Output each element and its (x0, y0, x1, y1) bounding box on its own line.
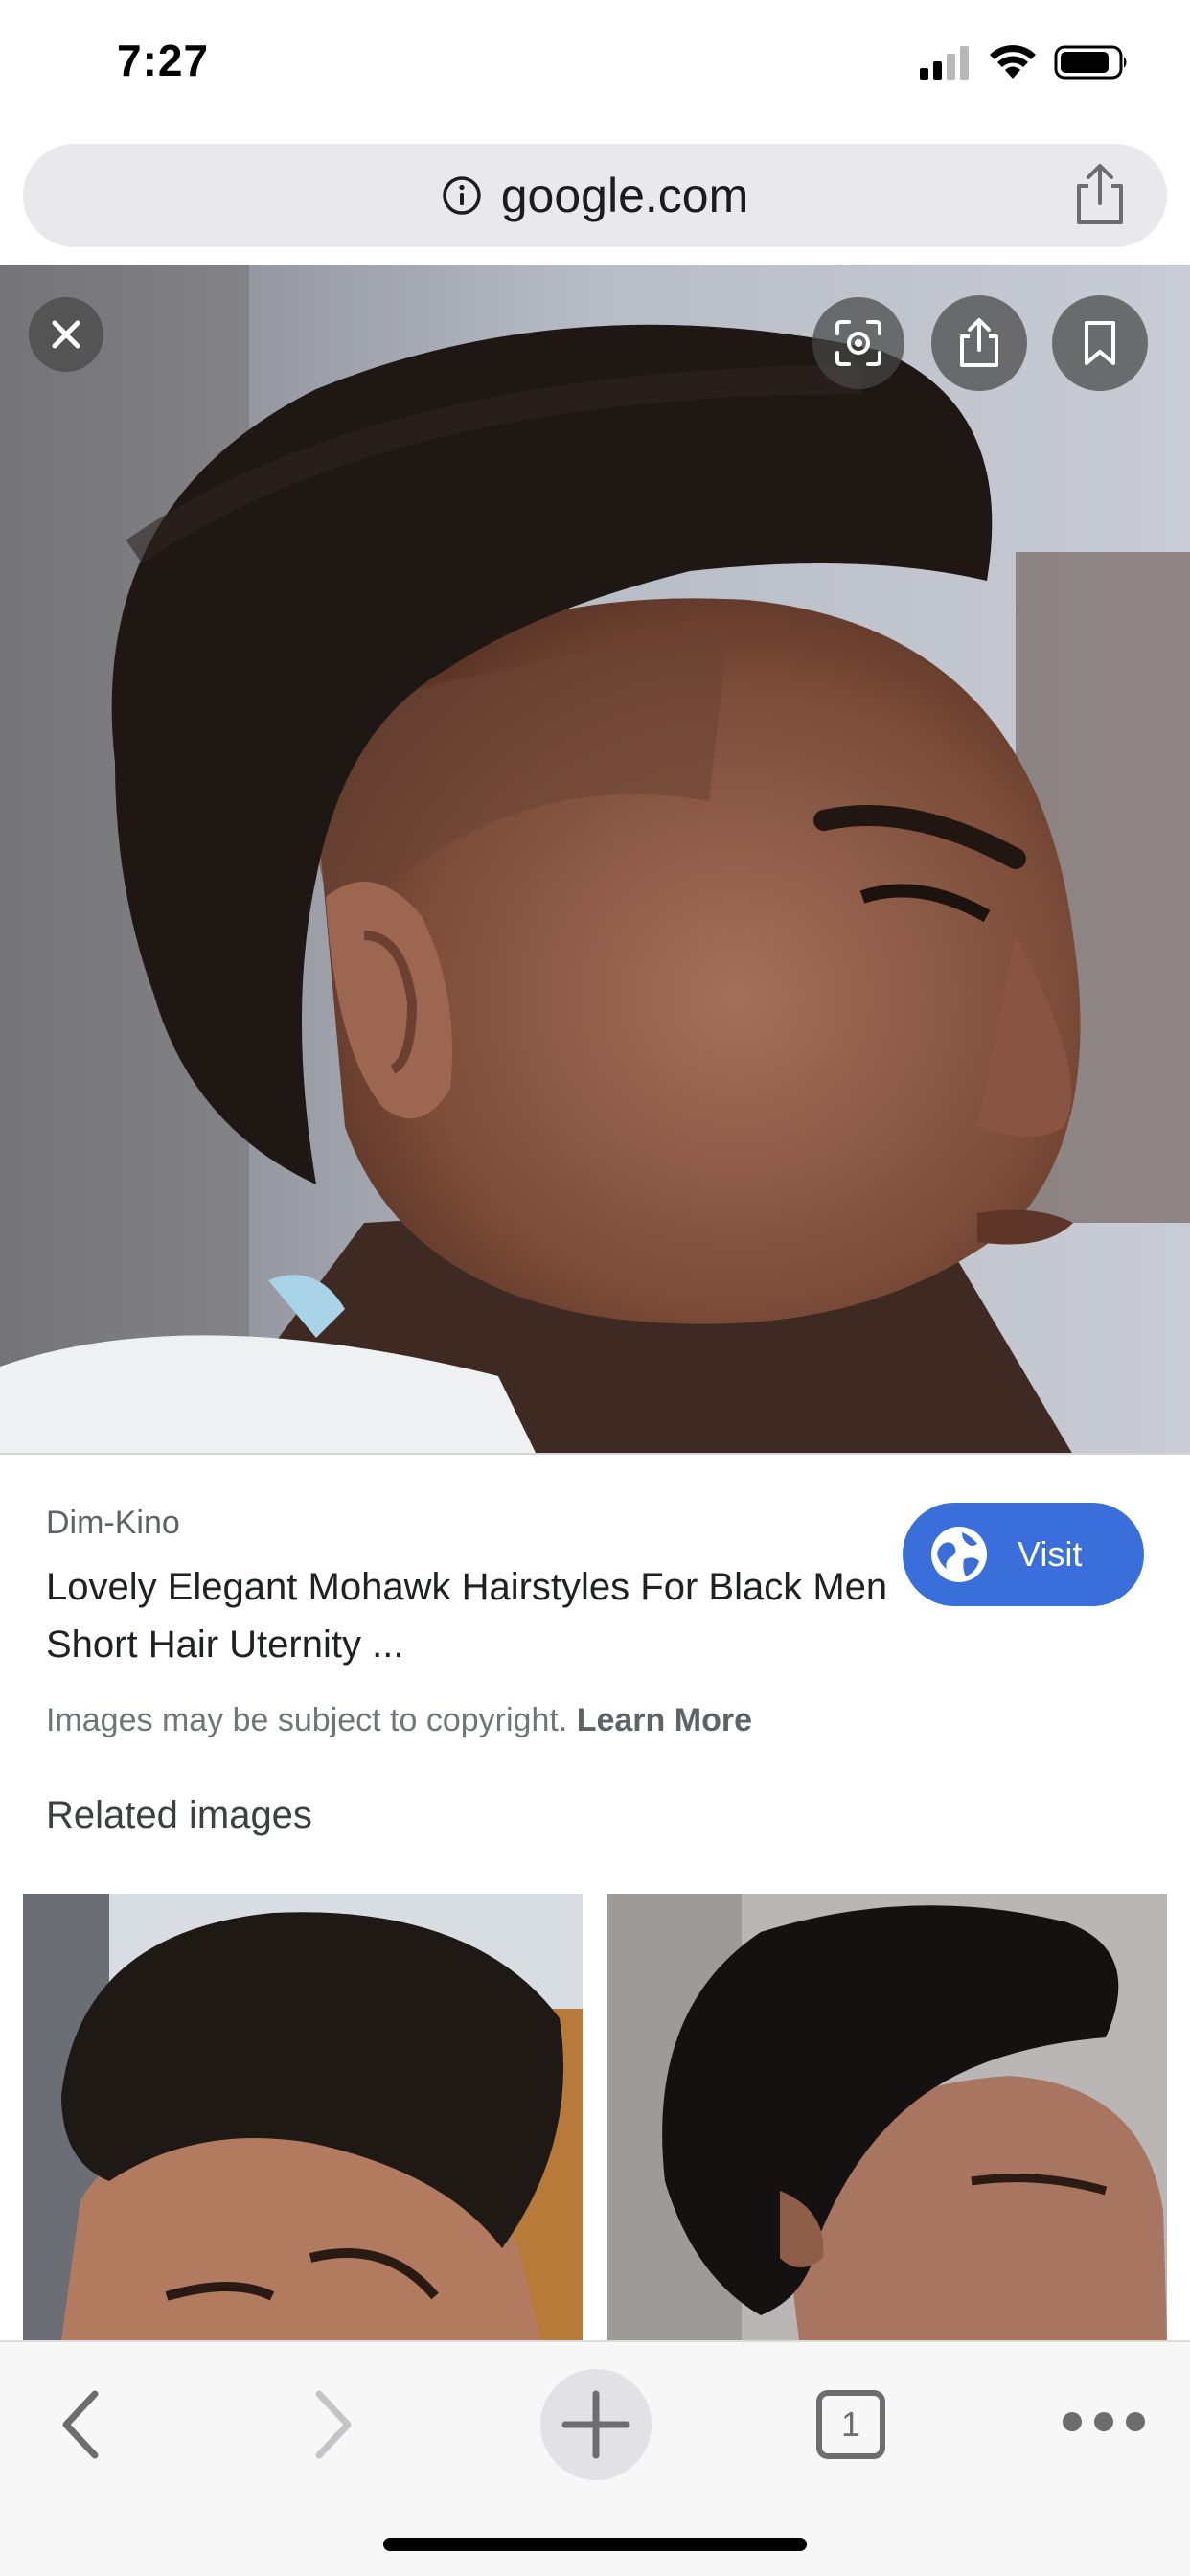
tab-count: 1 (816, 2390, 885, 2459)
cellular-signal-icon (920, 46, 969, 80)
related-image-2[interactable] (607, 1894, 1167, 2340)
more-menu-button[interactable] (1046, 2388, 1161, 2455)
share-button[interactable] (931, 295, 1027, 391)
visit-label: Visit (1018, 1534, 1083, 1574)
result-source[interactable]: Dim-Kino (46, 1505, 180, 1542)
related-photo-1 (23, 1894, 583, 2340)
close-button[interactable] (29, 297, 103, 372)
lens-icon (835, 320, 881, 366)
copyright-text: Images may be subject to copyright. (46, 1702, 568, 1738)
related-photo-2 (607, 1894, 1167, 2340)
share-icon[interactable] (1071, 163, 1129, 226)
tab-switcher-button[interactable]: 1 (816, 2377, 893, 2472)
lens-button[interactable] (812, 297, 904, 389)
save-button[interactable] (1052, 295, 1148, 391)
forward-button[interactable] (295, 2379, 372, 2471)
wifi-icon (990, 45, 1036, 79)
status-bar: 7:27 (0, 0, 1190, 134)
related-images-heading: Related images (46, 1794, 312, 1836)
bookmark-icon (1085, 321, 1115, 365)
battery-icon (1054, 45, 1127, 80)
related-image-1[interactable] (23, 1894, 583, 2340)
share-icon (960, 318, 998, 367)
globe-icon (931, 1527, 987, 1582)
plus-icon (561, 2390, 630, 2459)
more-dots-icon (1063, 2412, 1145, 2431)
status-time: 7:27 (117, 35, 210, 85)
info-icon[interactable] (442, 175, 482, 216)
new-tab-button[interactable] (540, 2369, 652, 2480)
portrait-photo (0, 264, 1190, 1453)
status-icons (918, 44, 1131, 80)
browser-screen: 7:27 google.com Dim-Kino Lovely Elegant … (0, 0, 1190, 2576)
back-button[interactable] (42, 2379, 119, 2471)
close-icon (52, 320, 80, 349)
chevron-right-icon (315, 2390, 352, 2459)
copyright-notice: Images may be subject to copyright. Lear… (46, 1702, 752, 1739)
url-domain: google.com (500, 169, 749, 222)
preview-image[interactable] (0, 264, 1190, 1455)
address-bar[interactable]: google.com (23, 144, 1167, 247)
learn-more-link[interactable]: Learn More (577, 1702, 752, 1738)
result-title[interactable]: Lovely Elegant Mohawk Hairstyles For Bla… (46, 1558, 889, 1673)
home-indicator[interactable] (383, 2538, 807, 2551)
visit-button[interactable]: Visit (903, 1503, 1144, 1606)
chevron-left-icon (62, 2390, 99, 2459)
